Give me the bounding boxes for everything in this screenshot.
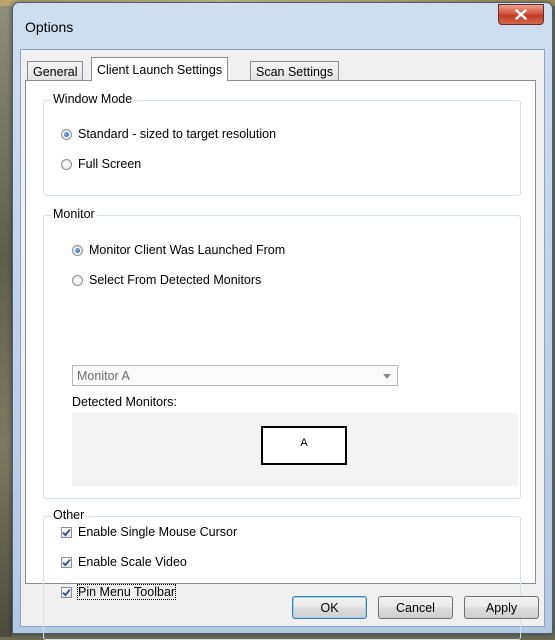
checkmark-icon: [62, 528, 71, 536]
radio-monitor-launched-from-label: Monitor Client Was Launched From: [89, 243, 286, 257]
window-mode-legend: Window Mode: [51, 92, 135, 106]
radio-monitor-launched-from[interactable]: Monitor Client Was Launched From: [72, 243, 285, 257]
dialog-client-area: General Client Launch Settings Scan Sett…: [20, 49, 545, 640]
tab-client-launch-settings[interactable]: Client Launch Settings: [91, 57, 229, 81]
detected-monitors-label: Detected Monitors:: [72, 395, 177, 409]
radio-standard[interactable]: Standard - sized to target resolution: [61, 127, 276, 141]
tab-scan-settings[interactable]: Scan Settings: [250, 61, 340, 81]
check-scale-video[interactable]: Enable Scale Video: [61, 555, 187, 569]
desktop-background-left: [0, 0, 12, 637]
checkmark-icon: [62, 588, 71, 596]
tab-general[interactable]: General: [27, 61, 84, 81]
check-scale-video-label: Enable Scale Video: [78, 555, 187, 569]
ok-button[interactable]: OK: [292, 596, 367, 619]
close-icon: [515, 9, 527, 20]
cancel-button[interactable]: Cancel: [378, 596, 453, 619]
close-button[interactable]: [498, 4, 544, 25]
radio-monitor-launched-from-indicator[interactable]: [72, 244, 83, 256]
monitor-legend: Monitor: [51, 207, 97, 221]
chevron-down-icon: [383, 374, 391, 379]
options-dialog: Options General Client Launch Settings S…: [12, 2, 553, 640]
radio-select-detected-monitors-indicator[interactable]: [72, 274, 83, 286]
other-legend: Other: [51, 508, 87, 522]
monitor-select-dropdown[interactable]: Monitor A: [72, 365, 398, 386]
tab-strip: General Client Launch Settings Scan Sett…: [25, 57, 525, 81]
check-single-mouse-cursor-label: Enable Single Mouse Cursor: [78, 525, 238, 539]
window-title: Options: [25, 19, 74, 35]
checkmark-icon: [62, 558, 71, 566]
tab-panel-client-launch-settings: Window Mode Standard - sized to target r…: [25, 80, 536, 640]
radio-select-detected-monitors[interactable]: Select From Detected Monitors: [72, 273, 261, 287]
radio-standard-indicator[interactable]: [61, 128, 72, 140]
window-mode-group: Window Mode: [43, 92, 521, 196]
monitor-select-value: Monitor A: [77, 369, 130, 383]
apply-button[interactable]: Apply: [464, 596, 539, 619]
radio-full-screen[interactable]: Full Screen: [61, 157, 141, 171]
check-pin-menu-toolbar-box[interactable]: [61, 586, 72, 598]
check-pin-menu-toolbar-label: Pin Menu Toolbar: [76, 584, 177, 600]
radio-select-detected-monitors-label: Select From Detected Monitors: [89, 273, 262, 287]
radio-standard-label: Standard - sized to target resolution: [78, 127, 277, 141]
check-pin-menu-toolbar[interactable]: Pin Menu Toolbar: [61, 584, 177, 600]
radio-full-screen-indicator[interactable]: [61, 158, 72, 170]
detected-monitors-panel: A: [72, 413, 518, 486]
check-single-mouse-cursor[interactable]: Enable Single Mouse Cursor: [61, 525, 237, 539]
check-single-mouse-cursor-box[interactable]: [61, 526, 72, 538]
monitor-tile-a[interactable]: A: [261, 426, 347, 465]
radio-full-screen-label: Full Screen: [78, 157, 142, 171]
check-scale-video-box[interactable]: [61, 556, 72, 568]
